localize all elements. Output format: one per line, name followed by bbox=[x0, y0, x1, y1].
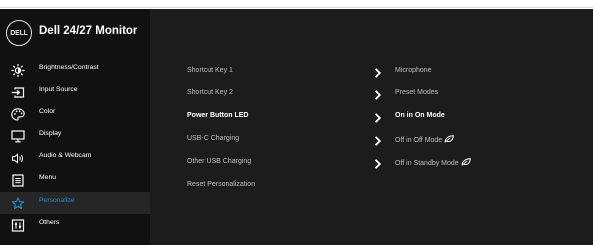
sidebar-item-menu[interactable]: Menu bbox=[0, 169, 150, 191]
sidebar-item-audio-webcam[interactable]: Audio & Webcam bbox=[0, 147, 150, 169]
osd-header: DELL Dell 24/27 Monitor bbox=[0, 9, 150, 57]
display-monitor-icon bbox=[11, 130, 25, 143]
setting-label: Power Button LED bbox=[187, 112, 249, 119]
sidebar-item-personalize[interactable]: Personalize bbox=[0, 192, 150, 214]
setting-label: Other USB Charging bbox=[187, 158, 252, 165]
chevron-right-icon bbox=[373, 88, 383, 100]
setting-row-usb-c-charging[interactable]: USB-C Charging Off in Off Mode bbox=[187, 132, 587, 150]
sidebar-item-label: Personalize bbox=[39, 197, 75, 204]
setting-row-other-usb-charging[interactable]: Other USB Charging Off in Standby Mode bbox=[187, 155, 587, 173]
speaker-icon bbox=[11, 152, 25, 165]
sidebar-item-others[interactable]: Others bbox=[0, 214, 150, 236]
setting-value: Off in Off Mode bbox=[395, 137, 443, 144]
sidebar-item-label: Display bbox=[39, 130, 62, 137]
chevron-right-icon bbox=[373, 66, 383, 78]
chevron-right-icon bbox=[373, 111, 383, 123]
chevron-right-icon bbox=[373, 157, 383, 169]
sidebar-item-display[interactable]: Display bbox=[0, 125, 150, 147]
sidebar-item-input-source[interactable]: Input Source bbox=[0, 81, 150, 103]
star-icon bbox=[11, 197, 25, 210]
sidebar-item-brightness-contrast[interactable]: Brightness/Contrast bbox=[0, 59, 150, 81]
sidebar-item-label: Brightness/Contrast bbox=[39, 64, 99, 71]
top-bezel-line bbox=[0, 0, 593, 8]
setting-value-wrap: Off in Standby Mode bbox=[395, 158, 471, 167]
color-palette-icon bbox=[11, 108, 25, 121]
sidebar: DELL Dell 24/27 Monitor Brightness/Contr… bbox=[0, 9, 150, 245]
setting-value: On in On Mode bbox=[395, 112, 445, 119]
sidebar-item-label: Input Source bbox=[39, 86, 78, 93]
setting-row-power-button-led[interactable]: Power Button LED On in On Mode bbox=[187, 109, 587, 127]
input-source-icon bbox=[11, 86, 25, 99]
setting-value-wrap: Off in Off Mode bbox=[395, 135, 455, 144]
sidebar-item-color[interactable]: Color bbox=[0, 103, 150, 125]
setting-value: Preset Modes bbox=[395, 89, 439, 96]
setting-row-shortcut-key-2[interactable]: Shortcut Key 2 Preset Modes bbox=[187, 86, 587, 104]
setting-value: Off in Standby Mode bbox=[395, 160, 459, 167]
setting-label: Shortcut Key 1 bbox=[187, 67, 233, 74]
setting-value: Microphone bbox=[395, 67, 432, 74]
dell-logo: DELL bbox=[6, 20, 32, 46]
osd-menu: DELL Dell 24/27 Monitor Brightness/Contr… bbox=[0, 9, 593, 245]
chevron-right-icon bbox=[373, 134, 383, 146]
sidebar-item-label: Others bbox=[39, 219, 60, 226]
monitor-title: Dell 24/27 Monitor bbox=[39, 25, 138, 37]
eco-leaf-icon bbox=[444, 135, 455, 143]
menu-icon bbox=[11, 174, 25, 187]
sidebar-item-label: Color bbox=[39, 108, 56, 115]
brightness-icon bbox=[11, 63, 25, 78]
setting-row-shortcut-key-1[interactable]: Shortcut Key 1 Microphone bbox=[187, 64, 587, 82]
sidebar-item-label: Audio & Webcam bbox=[39, 152, 92, 159]
setting-row-reset-personalization[interactable]: Reset Personalization bbox=[187, 178, 587, 196]
sidebar-item-label: Menu bbox=[39, 174, 57, 181]
setting-label: Reset Personalization bbox=[187, 181, 256, 188]
setting-label: USB-C Charging bbox=[187, 135, 240, 142]
eco-leaf-icon bbox=[461, 158, 471, 166]
others-icon bbox=[11, 219, 25, 232]
setting-label: Shortcut Key 2 bbox=[187, 89, 233, 96]
